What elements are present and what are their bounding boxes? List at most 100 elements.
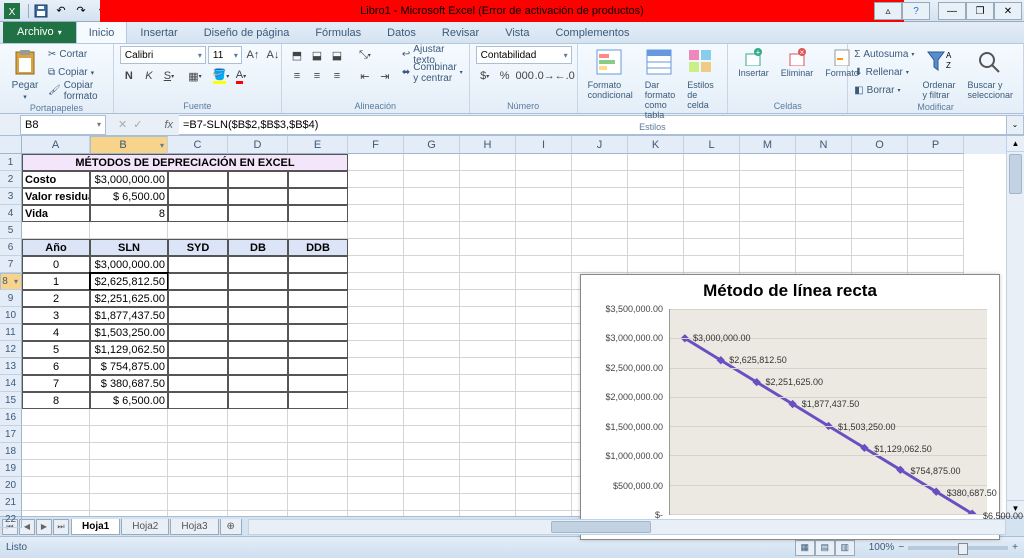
cut-button[interactable]: ✂Cortar <box>48 46 107 63</box>
cell-L6[interactable] <box>684 239 740 256</box>
tab-inicio[interactable]: Inicio <box>76 21 128 43</box>
decrease-decimal-icon[interactable]: ←.0 <box>556 67 574 85</box>
ribbon-minimize-icon[interactable]: ▵ <box>874 2 902 20</box>
row-header-13[interactable]: 13 <box>0 358 22 375</box>
cell-C21[interactable] <box>168 494 228 511</box>
cell-A20[interactable] <box>22 477 90 494</box>
col-header-C[interactable]: C <box>168 136 228 154</box>
cell-C19[interactable] <box>168 460 228 477</box>
cell-B7[interactable]: $3,000,000.00 <box>90 256 168 273</box>
cell-F21[interactable] <box>348 494 404 511</box>
cell-D12[interactable] <box>228 341 288 358</box>
cell-C3[interactable] <box>168 188 228 205</box>
row-header-6[interactable]: 6 <box>0 239 22 256</box>
cell-D7[interactable] <box>228 256 288 273</box>
cell-D19[interactable] <box>228 460 288 477</box>
merge-center-button[interactable]: ⬌Combinar y centrar▾ <box>402 64 463 81</box>
cell-A2[interactable]: Costo <box>22 171 90 188</box>
cell-P1[interactable] <box>908 154 964 171</box>
tab-revisar[interactable]: Revisar <box>429 21 492 43</box>
cell-I4[interactable] <box>516 205 572 222</box>
cell-G20[interactable] <box>404 477 460 494</box>
cell-G17[interactable] <box>404 426 460 443</box>
cell-J2[interactable] <box>572 171 628 188</box>
cell-D9[interactable] <box>228 290 288 307</box>
scroll-thumb[interactable] <box>1009 154 1022 194</box>
cell-O6[interactable] <box>852 239 908 256</box>
dedent-icon[interactable]: ⇤ <box>356 67 374 85</box>
cell-I19[interactable] <box>516 460 572 477</box>
cell-I11[interactable] <box>516 324 572 341</box>
row-header-18[interactable]: 18 <box>0 443 22 460</box>
currency-icon[interactable]: $▾ <box>476 67 494 85</box>
cell-B13[interactable]: $ 754,875.00 <box>90 358 168 375</box>
cell-B16[interactable] <box>90 409 168 426</box>
cell-B4[interactable]: 8 <box>90 205 168 222</box>
cell-I13[interactable] <box>516 358 572 375</box>
cell-C6[interactable]: SYD <box>168 239 228 256</box>
cell-A3[interactable]: Valor residual <box>22 188 90 205</box>
cell-P3[interactable] <box>908 188 964 205</box>
zoom-out-icon[interactable]: − <box>898 542 904 553</box>
cell-I5[interactable] <box>516 222 572 239</box>
cell-L4[interactable] <box>684 205 740 222</box>
cell-A14[interactable]: 7 <box>22 375 90 392</box>
col-header-E[interactable]: E <box>288 136 348 154</box>
cell-J3[interactable] <box>572 188 628 205</box>
fx-icon[interactable]: fx <box>164 119 173 131</box>
tab-formulas[interactable]: Fórmulas <box>302 21 374 43</box>
borders-icon[interactable]: ▦▾ <box>186 67 204 85</box>
cell-D18[interactable] <box>228 443 288 460</box>
cell-F22[interactable] <box>348 511 404 516</box>
autosum-button[interactable]: ΣAutosuma▾ <box>854 46 914 63</box>
row-header-16[interactable]: 16 <box>0 409 22 426</box>
tab-diseno[interactable]: Diseño de página <box>191 21 303 43</box>
save-icon[interactable] <box>33 3 49 19</box>
cell-K3[interactable] <box>628 188 684 205</box>
cell-F6[interactable] <box>348 239 404 256</box>
cell-D6[interactable]: DB <box>228 239 288 256</box>
cell-H15[interactable] <box>460 392 516 409</box>
cell-E9[interactable] <box>288 290 348 307</box>
row-header-8[interactable]: 8 <box>0 273 22 290</box>
cell-A5[interactable] <box>22 222 90 239</box>
cell-G14[interactable] <box>404 375 460 392</box>
cell-F13[interactable] <box>348 358 404 375</box>
cell-I2[interactable] <box>516 171 572 188</box>
file-tab[interactable]: Archivo <box>3 21 76 43</box>
cell-N5[interactable] <box>796 222 852 239</box>
formula-expand-icon[interactable]: ⌄ <box>1006 115 1024 135</box>
cell-H13[interactable] <box>460 358 516 375</box>
minimize-btn[interactable]: — <box>938 2 966 20</box>
row-header-11[interactable]: 11 <box>0 324 22 341</box>
sort-filter-button[interactable]: AZOrdenar y filtrar <box>918 46 959 102</box>
cell-A13[interactable]: 6 <box>22 358 90 375</box>
align-right-icon[interactable]: ≡ <box>328 67 346 85</box>
cell-H4[interactable] <box>460 205 516 222</box>
format-table-button[interactable]: Dar formato como tabla <box>641 46 680 122</box>
cell-J5[interactable] <box>572 222 628 239</box>
cell-F7[interactable] <box>348 256 404 273</box>
new-sheet-button[interactable]: ⊕ <box>220 519 242 535</box>
cell-I21[interactable] <box>516 494 572 511</box>
cell-C12[interactable] <box>168 341 228 358</box>
bold-icon[interactable]: N <box>120 67 138 85</box>
cell-C8[interactable] <box>168 273 228 290</box>
cond-format-button[interactable]: Formato condicional <box>584 46 637 102</box>
cell-F15[interactable] <box>348 392 404 409</box>
cell-E7[interactable] <box>288 256 348 273</box>
row-header-19[interactable]: 19 <box>0 460 22 477</box>
increase-decimal-icon[interactable]: .0→ <box>536 67 554 85</box>
chart[interactable]: Método de línea recta $-$500,000.00$1,00… <box>580 274 1000 540</box>
name-box[interactable]: B8 <box>20 115 106 135</box>
cell-E19[interactable] <box>288 460 348 477</box>
cell-D20[interactable] <box>228 477 288 494</box>
col-header-M[interactable]: M <box>740 136 796 154</box>
cell-H16[interactable] <box>460 409 516 426</box>
cell-F20[interactable] <box>348 477 404 494</box>
cell-I14[interactable] <box>516 375 572 392</box>
delete-cell-button[interactable]: ×Eliminar <box>777 46 818 80</box>
cell-I15[interactable] <box>516 392 572 409</box>
cell-C22[interactable] <box>168 511 228 516</box>
zoom-control[interactable]: 100% − + <box>869 542 1018 553</box>
